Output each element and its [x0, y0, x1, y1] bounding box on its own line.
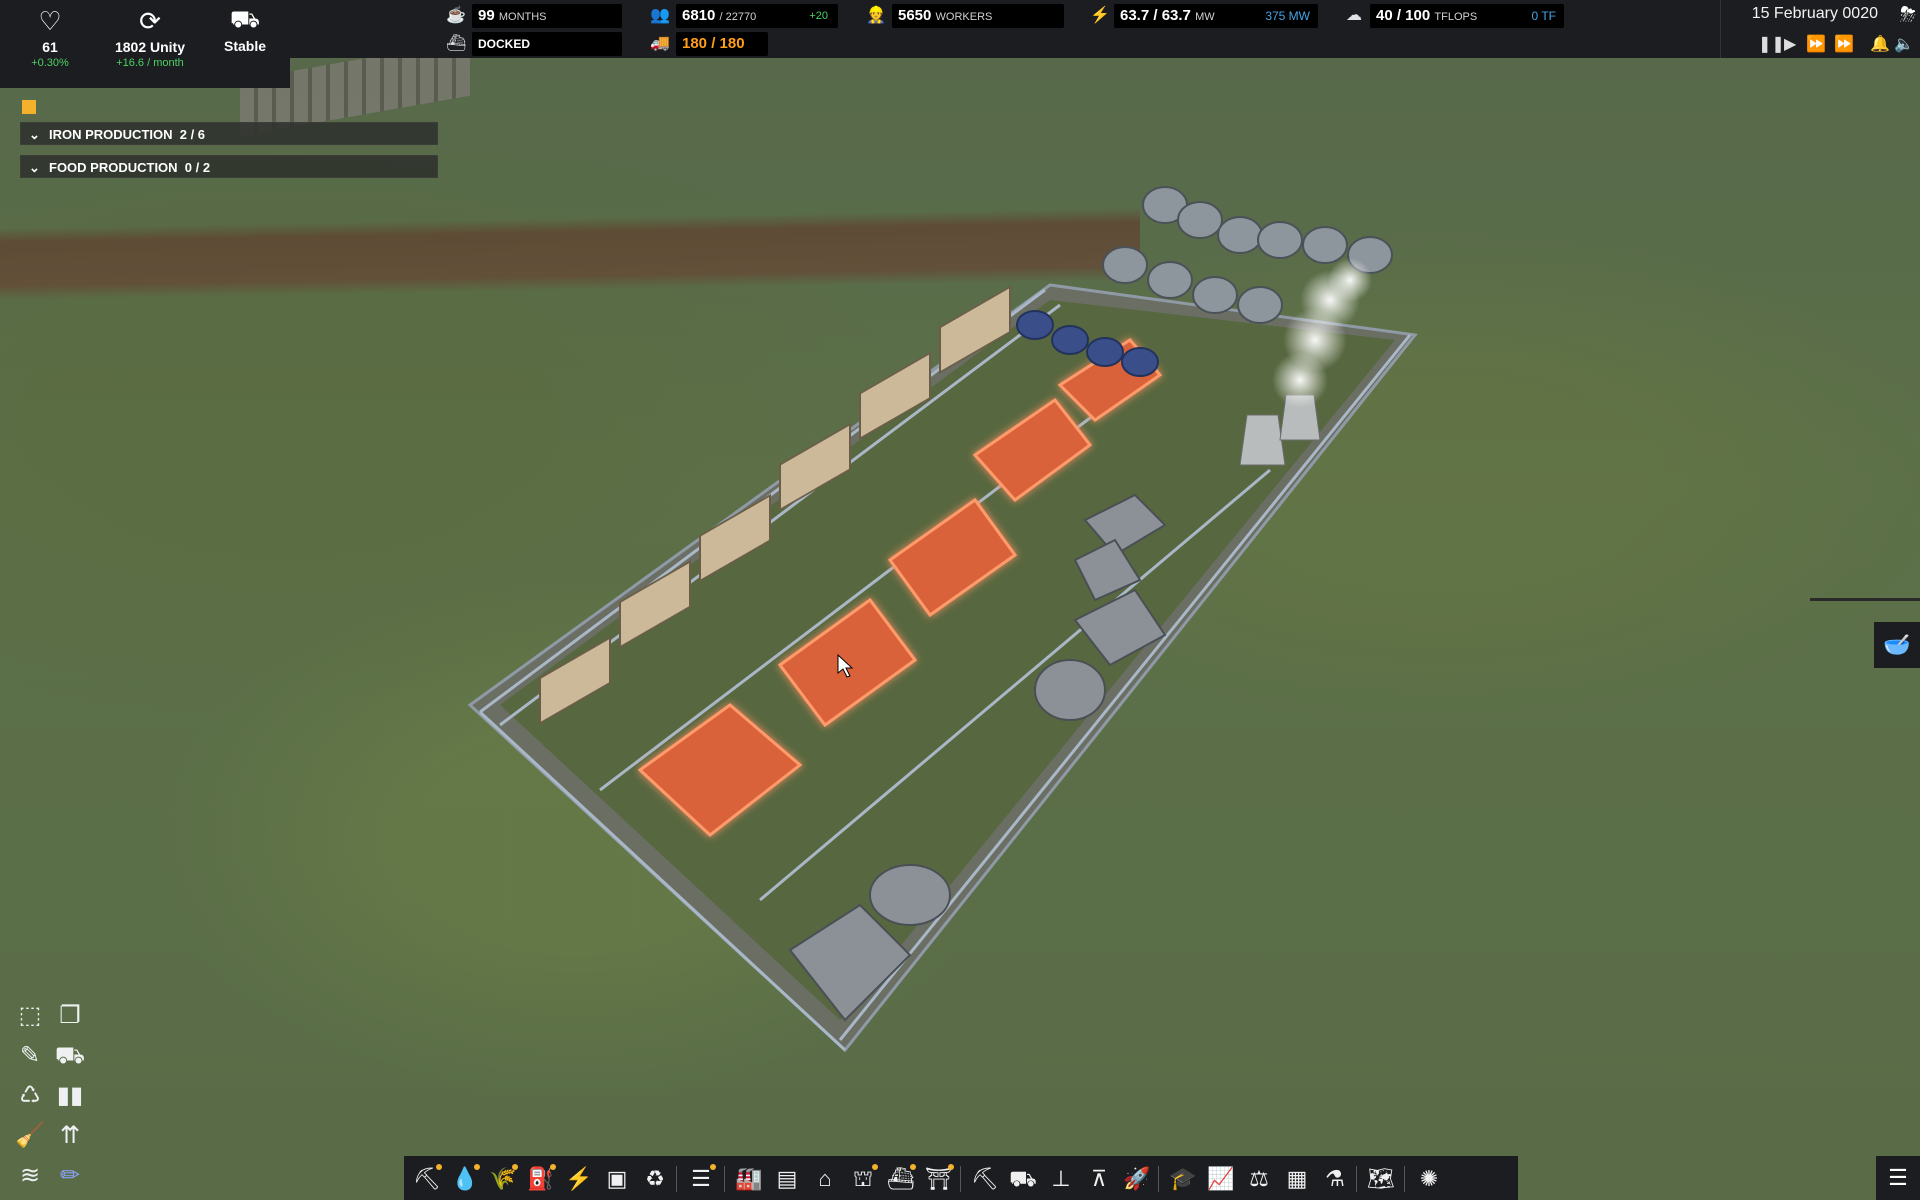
game-date: 15 February 0020: [1751, 5, 1878, 22]
monument-icon[interactable]: ⛩: [924, 1164, 954, 1194]
food-icon: ☕: [446, 7, 466, 24]
settlement-status[interactable]: ⛟ Stable: [200, 6, 290, 54]
population-icon: 👥: [650, 7, 670, 24]
fast-forward-icon[interactable]: ⏩: [1806, 34, 1826, 54]
chevron-down-icon: ⌄: [29, 160, 40, 175]
water-icon[interactable]: 💧: [450, 1164, 480, 1194]
tool-palette: ⬚ ❐ ✎ ⛟ ♺ ▮▮ 🧹 ⇈ ≋ ✏: [8, 1000, 92, 1198]
conveyor-icon[interactable]: ☰: [686, 1164, 716, 1194]
goals-icon[interactable]: [22, 100, 36, 114]
side-divider: [1810, 598, 1920, 601]
launch-icon[interactable]: 🚀: [1122, 1164, 1152, 1194]
weather-icon: ⛈: [1900, 4, 1916, 26]
unity-icon: ⟳: [139, 6, 161, 36]
research-side-button[interactable]: 🥣: [1874, 622, 1920, 668]
fuel-icon[interactable]: ⛽: [526, 1164, 556, 1194]
factory-complex[interactable]: [0, 0, 1920, 1200]
recycle-icon[interactable]: ♺: [14, 1080, 46, 1112]
layers-icon[interactable]: ≋: [14, 1160, 46, 1192]
settlement-stats-panel: ♡ 61 +0.30% ⟳ 1802 Unity +16.6 / month ⛟…: [0, 0, 290, 88]
research-icon[interactable]: 🎓: [1168, 1164, 1198, 1194]
eyedropper-icon[interactable]: ✎: [14, 1040, 46, 1072]
ship-icon: ⛴: [446, 35, 467, 52]
flatten-icon[interactable]: ⊥: [1046, 1164, 1076, 1194]
play-icon[interactable]: ▶: [1784, 34, 1796, 54]
terrain-icon[interactable]: ⊼: [1084, 1164, 1114, 1194]
blueprint-icon[interactable]: ▦: [1282, 1164, 1312, 1194]
vehicles-chip[interactable]: 180 / 180: [676, 32, 768, 56]
edit-icon[interactable]: ✏: [54, 1160, 86, 1192]
settings-wheel-icon[interactable]: ✺: [1414, 1164, 1444, 1194]
chevron-down-icon: ⌄: [29, 127, 40, 142]
pause-icon[interactable]: ❚❚: [1758, 34, 1785, 54]
sound-icon[interactable]: 🔈: [1894, 34, 1914, 54]
bulldozer-icon[interactable]: ⛟: [54, 1040, 86, 1072]
power-chip[interactable]: 63.7 / 63.7 MW 375 MW: [1114, 4, 1318, 28]
worker-icon: 👷: [866, 7, 886, 24]
housing-icon[interactable]: ⌂: [810, 1164, 840, 1194]
population-chip[interactable]: 6810 / 22770 +20: [676, 4, 838, 28]
factory-icon[interactable]: 🏭: [734, 1164, 764, 1194]
flask-icon[interactable]: ⚗: [1320, 1164, 1350, 1194]
vehicle-icon: 🚚: [650, 35, 670, 52]
power-icon: ⚡: [1090, 7, 1110, 24]
pause-building-icon[interactable]: ▮▮: [54, 1080, 86, 1112]
workers-chip[interactable]: 5650 WORKERS: [892, 4, 1064, 28]
statistics-icon[interactable]: 📈: [1206, 1164, 1236, 1194]
farm-icon[interactable]: 🌾: [488, 1164, 518, 1194]
copy-icon[interactable]: ❐: [54, 1000, 86, 1032]
food-chip[interactable]: 99 MONTHS: [472, 4, 622, 28]
warehouse-icon[interactable]: ⛫: [848, 1164, 878, 1194]
computing-chip[interactable]: 40 / 100 TFLOPS 0 TF: [1370, 4, 1564, 28]
select-cut-icon[interactable]: ⬚: [14, 1000, 46, 1032]
mining-icon[interactable]: ⛏: [412, 1164, 442, 1194]
cloud-computing-icon: ☁: [1346, 7, 1362, 24]
excavator-icon[interactable]: ⛏: [970, 1164, 1000, 1194]
map-icon[interactable]: 🗺: [1366, 1164, 1396, 1194]
upgrade-icon[interactable]: ⇈: [54, 1120, 86, 1152]
unity-stat[interactable]: ⟳ 1802 Unity +16.6 / month: [105, 6, 195, 69]
build-toolbar: ⛏ 💧 🌾 ⛽ ⚡ ▣ ♻ ☰ 🏭 ▤ ⌂ ⛫ ⛴ ⛩ ⛏ ⛟ ⊥ ⊼ 🚀 🎓 …: [404, 1156, 1518, 1200]
storage-icon[interactable]: ▣: [602, 1164, 632, 1194]
notification-bell-icon[interactable]: 🔔: [1870, 34, 1890, 54]
industry-icon[interactable]: ▤: [772, 1164, 802, 1194]
ship-chip[interactable]: DOCKED: [472, 32, 622, 56]
health-stat[interactable]: ♡ 61 +0.30%: [5, 6, 95, 69]
balance-icon[interactable]: ⚖: [1244, 1164, 1274, 1194]
main-menu-icon[interactable]: ☰: [1876, 1156, 1920, 1200]
heart-icon: ♡: [38, 6, 62, 36]
goal-iron-production[interactable]: ⌄ IRON PRODUCTION 2 / 6: [20, 122, 438, 145]
truck-icon: ⛟: [229, 6, 261, 33]
dump-icon[interactable]: ⛟: [1008, 1164, 1038, 1194]
ship-build-icon[interactable]: ⛴: [886, 1164, 916, 1194]
fastest-icon[interactable]: ⏩: [1834, 34, 1854, 54]
goal-food-production[interactable]: ⌄ FOOD PRODUCTION 0 / 2: [20, 155, 438, 178]
broom-icon[interactable]: 🧹: [14, 1120, 46, 1152]
divider: [1720, 0, 1721, 58]
waste-icon[interactable]: ♻: [640, 1164, 670, 1194]
electricity-icon[interactable]: ⚡: [564, 1164, 594, 1194]
